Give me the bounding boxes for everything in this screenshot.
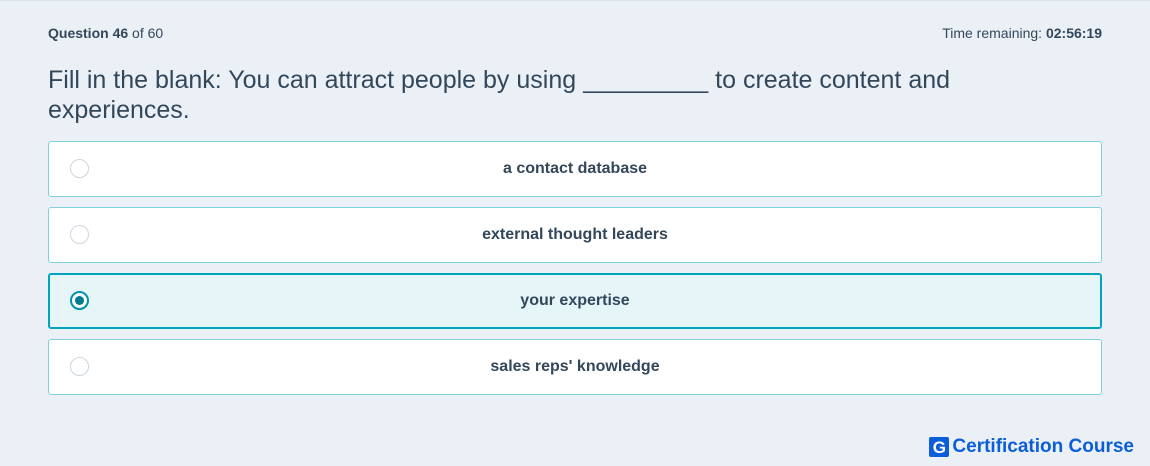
answer-option-1[interactable]: a contact database [48, 141, 1102, 197]
option-label: your expertise [520, 292, 630, 309]
radio-button[interactable] [70, 225, 89, 244]
quiz-header: Question 46 of 60 Time remaining: 02:56:… [48, 23, 1102, 43]
answer-option-3[interactable]: your expertise [48, 273, 1102, 329]
answer-options: a contact database external thought lead… [48, 141, 1102, 405]
answer-option-4[interactable]: sales reps' knowledge [48, 339, 1102, 395]
radio-button-selected[interactable] [70, 291, 89, 310]
time-remaining: Time remaining: 02:56:19 [942, 25, 1102, 41]
quiz-page: Question 46 of 60 Time remaining: 02:56:… [0, 0, 1150, 466]
radio-button[interactable] [70, 357, 89, 376]
question-total: of 60 [132, 25, 164, 41]
timer-value: 02:56:19 [1045, 25, 1102, 41]
option-label: sales reps' knowledge [490, 358, 660, 375]
timer-label: Time remaining: [942, 25, 1043, 41]
question-counter: Question 46 of 60 [48, 25, 163, 41]
brand-text: Certification Course [952, 436, 1134, 457]
option-label: external thought leaders [482, 226, 668, 243]
option-label: a contact database [502, 160, 648, 177]
question-label: Question [48, 25, 109, 41]
question-text: Fill in the blank: You can attract peopl… [48, 66, 951, 124]
question-number: 46 [112, 25, 129, 41]
brand-logo-icon: G [929, 437, 950, 457]
radio-button[interactable] [70, 159, 89, 178]
answer-option-2[interactable]: external thought leaders [48, 207, 1102, 263]
brand-watermark: G Certification Course [929, 436, 1134, 458]
